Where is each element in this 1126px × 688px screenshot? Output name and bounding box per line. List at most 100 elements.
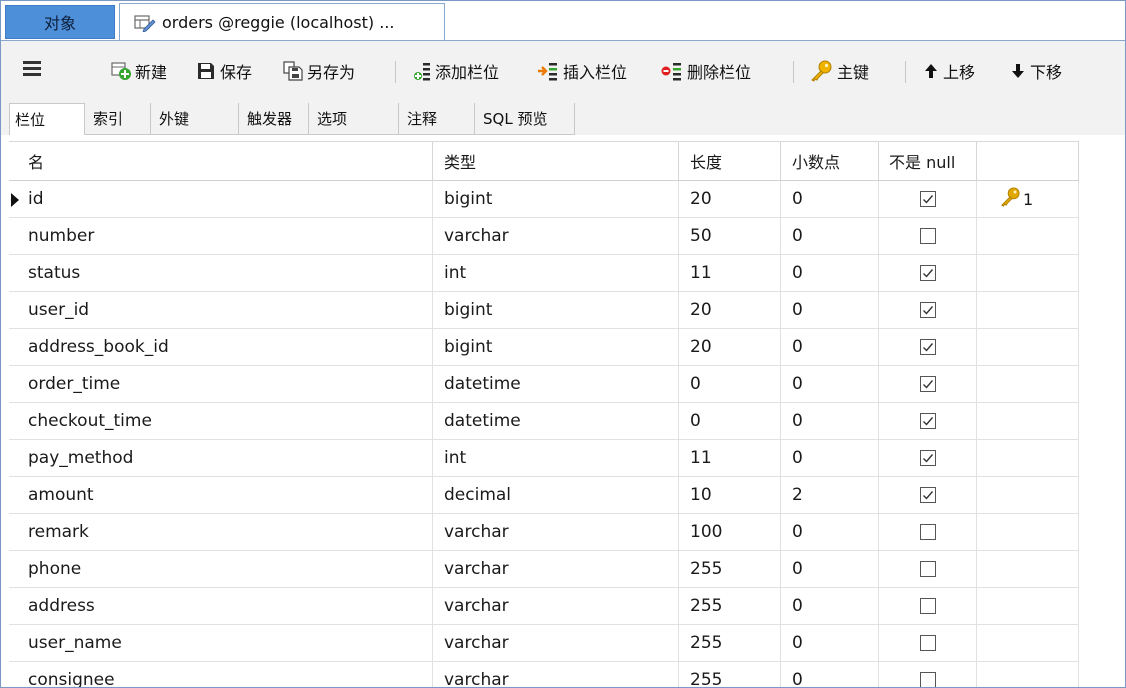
table-row[interactable]: address varchar 255 0 [9, 588, 1079, 625]
field-name-cell[interactable]: phone [17, 551, 433, 587]
field-name-cell[interactable]: address_book_id [17, 329, 433, 365]
field-length-cell[interactable]: 255 [679, 588, 781, 624]
not-null-checkbox[interactable] [919, 672, 936, 687]
table-row[interactable]: user_name varchar 255 0 [9, 625, 1079, 662]
field-type-cell[interactable]: varchar [433, 514, 679, 550]
field-type-cell[interactable]: varchar [433, 551, 679, 587]
field-type-cell[interactable]: int [433, 255, 679, 291]
field-decimals-cell[interactable]: 2 [781, 477, 879, 513]
not-null-checkbox[interactable] [919, 191, 936, 207]
field-length-cell[interactable]: 20 [679, 181, 781, 217]
field-name-cell[interactable]: user_id [17, 292, 433, 328]
tab-comments[interactable]: 注释 [399, 103, 475, 135]
field-type-cell[interactable]: int [433, 440, 679, 476]
field-decimals-cell[interactable]: 0 [781, 292, 879, 328]
move-up-button[interactable]: 上移 [923, 59, 975, 83]
not-null-checkbox[interactable] [919, 561, 936, 577]
table-row[interactable]: status int 11 0 [9, 255, 1079, 292]
field-name-cell[interactable]: user_name [17, 625, 433, 661]
hamburger-icon[interactable] [23, 61, 41, 77]
field-length-cell[interactable]: 255 [679, 662, 781, 687]
field-length-cell[interactable]: 255 [679, 551, 781, 587]
field-name-cell[interactable]: number [17, 218, 433, 254]
table-row[interactable]: consignee varchar 255 0 [9, 662, 1079, 687]
table-row[interactable]: amount decimal 10 2 [9, 477, 1079, 514]
field-decimals-cell[interactable]: 0 [781, 588, 879, 624]
field-type-cell[interactable]: bigint [433, 292, 679, 328]
field-decimals-cell[interactable]: 0 [781, 514, 879, 550]
table-row[interactable]: id bigint 20 0 1 [9, 181, 1079, 218]
not-null-checkbox[interactable] [919, 376, 936, 392]
column-header-decimals[interactable]: 小数点 [781, 142, 879, 180]
field-decimals-cell[interactable]: 0 [781, 662, 879, 687]
column-header-type[interactable]: 类型 [433, 142, 679, 180]
field-decimals-cell[interactable]: 0 [781, 181, 879, 217]
save-as-button[interactable]: 另存为 [283, 59, 355, 83]
field-length-cell[interactable]: 50 [679, 218, 781, 254]
field-decimals-cell[interactable]: 0 [781, 440, 879, 476]
field-name-cell[interactable]: id [17, 181, 433, 217]
table-row[interactable]: user_id bigint 20 0 [9, 292, 1079, 329]
field-type-cell[interactable]: bigint [433, 329, 679, 365]
column-header-not-null[interactable]: 不是 null [879, 142, 977, 180]
tab-sql-preview[interactable]: SQL 预览 [475, 103, 575, 135]
field-name-cell[interactable]: pay_method [17, 440, 433, 476]
field-name-cell[interactable]: consignee [17, 662, 433, 687]
tab-orders-design[interactable]: orders @reggie (localhost) ... [119, 3, 445, 41]
field-type-cell[interactable]: varchar [433, 662, 679, 687]
column-header-length[interactable]: 长度 [679, 142, 781, 180]
field-type-cell[interactable]: varchar [433, 588, 679, 624]
field-decimals-cell[interactable]: 0 [781, 625, 879, 661]
table-row[interactable]: pay_method int 11 0 [9, 440, 1079, 477]
tab-options[interactable]: 选项 [309, 103, 399, 135]
save-button[interactable]: 保存 [196, 59, 252, 83]
not-null-checkbox[interactable] [919, 598, 936, 614]
table-row[interactable]: remark varchar 100 0 [9, 514, 1079, 551]
field-name-cell[interactable]: amount [17, 477, 433, 513]
field-type-cell[interactable]: datetime [433, 403, 679, 439]
field-length-cell[interactable]: 100 [679, 514, 781, 550]
field-name-cell[interactable]: status [17, 255, 433, 291]
not-null-checkbox[interactable] [919, 339, 936, 355]
field-name-cell[interactable]: remark [17, 514, 433, 550]
table-row[interactable]: checkout_time datetime 0 0 [9, 403, 1079, 440]
not-null-checkbox[interactable] [919, 487, 936, 503]
field-type-cell[interactable]: datetime [433, 366, 679, 402]
field-decimals-cell[interactable]: 0 [781, 366, 879, 402]
field-decimals-cell[interactable]: 0 [781, 329, 879, 365]
field-name-cell[interactable]: address [17, 588, 433, 624]
field-name-cell[interactable]: checkout_time [17, 403, 433, 439]
table-row[interactable]: order_time datetime 0 0 [9, 366, 1079, 403]
field-length-cell[interactable]: 20 [679, 292, 781, 328]
delete-field-button[interactable]: 删除栏位 [661, 59, 751, 83]
not-null-checkbox[interactable] [919, 265, 936, 281]
not-null-checkbox[interactable] [919, 524, 936, 540]
tab-fields[interactable]: 栏位 [9, 103, 85, 135]
field-decimals-cell[interactable]: 0 [781, 551, 879, 587]
not-null-checkbox[interactable] [919, 635, 936, 651]
field-length-cell[interactable]: 11 [679, 255, 781, 291]
field-length-cell[interactable]: 11 [679, 440, 781, 476]
column-header-name[interactable]: 名 [17, 142, 433, 180]
field-length-cell[interactable]: 255 [679, 625, 781, 661]
tab-foreign-keys[interactable]: 外键 [151, 103, 239, 135]
field-length-cell[interactable]: 0 [679, 403, 781, 439]
field-decimals-cell[interactable]: 0 [781, 403, 879, 439]
field-decimals-cell[interactable]: 0 [781, 255, 879, 291]
field-length-cell[interactable]: 20 [679, 329, 781, 365]
move-down-button[interactable]: 下移 [1010, 59, 1062, 83]
not-null-checkbox[interactable] [919, 302, 936, 318]
table-row[interactable]: phone varchar 255 0 [9, 551, 1079, 588]
table-row[interactable]: number varchar 50 0 [9, 218, 1079, 255]
insert-field-button[interactable]: 插入栏位 [537, 59, 627, 83]
add-field-button[interactable]: 添加栏位 [413, 59, 499, 83]
field-type-cell[interactable]: decimal [433, 477, 679, 513]
not-null-checkbox[interactable] [919, 228, 936, 244]
new-button[interactable]: 新建 [111, 59, 167, 83]
field-length-cell[interactable]: 0 [679, 366, 781, 402]
field-type-cell[interactable]: varchar [433, 625, 679, 661]
tab-triggers[interactable]: 触发器 [239, 103, 309, 135]
not-null-checkbox[interactable] [919, 413, 936, 429]
primary-key-button[interactable]: 主键 [809, 59, 869, 83]
field-type-cell[interactable]: varchar [433, 218, 679, 254]
